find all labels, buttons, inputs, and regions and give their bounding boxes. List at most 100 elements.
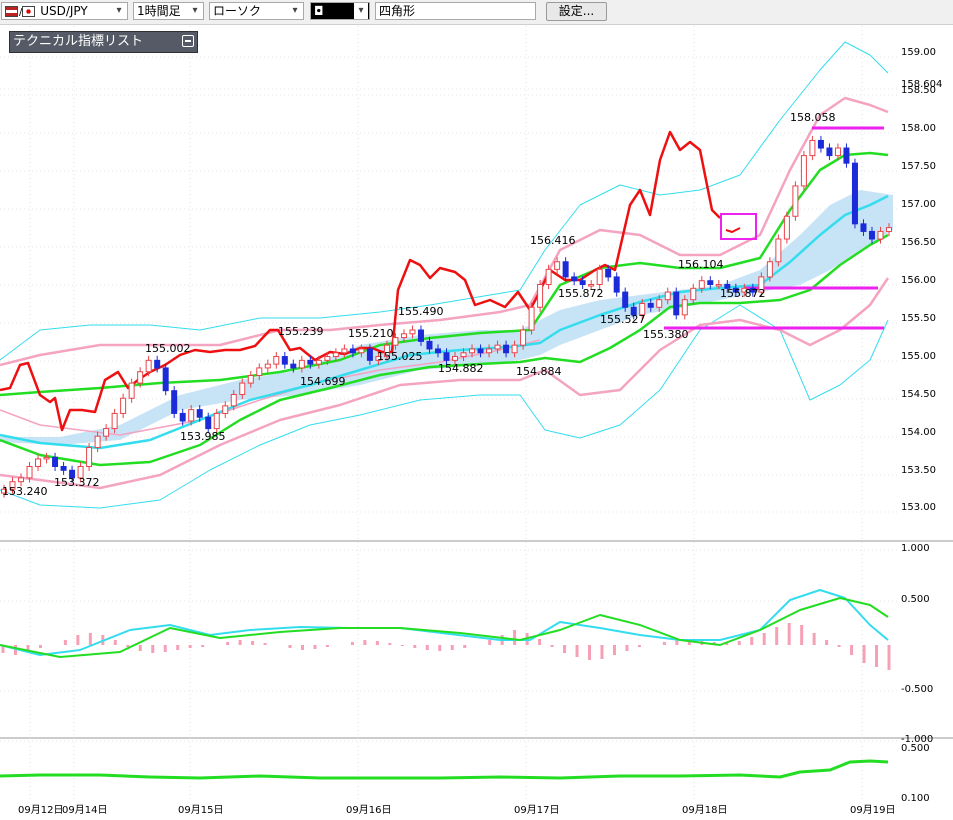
macd-histogram-bar [226, 642, 230, 645]
candle-body [162, 367, 169, 392]
price-tick-label: 156.00 [901, 275, 936, 286]
rci-tick-label: 0.100 [901, 793, 930, 804]
candle-body [154, 359, 161, 369]
minimize-icon[interactable] [182, 35, 194, 47]
candle-body [477, 348, 484, 354]
macd-histogram-bar [787, 623, 791, 645]
price-tick-label: 156.50 [901, 237, 936, 248]
price-tick-label: 154.50 [901, 389, 936, 400]
macd-histogram-bar [138, 645, 142, 651]
settings-button[interactable]: 設定... [546, 2, 607, 21]
time-tick-label: 09月18日 [682, 804, 727, 816]
macd-histogram-bar [563, 645, 567, 653]
candle-body [877, 230, 884, 240]
price-annotation: 155.872 [720, 287, 766, 300]
macd-histogram-bar [251, 641, 255, 645]
candle-body [307, 359, 314, 365]
macd-histogram-bar [875, 645, 879, 667]
candle-body [239, 382, 246, 395]
time-tick-label: 09月14日 [62, 804, 107, 816]
candle-body [298, 359, 305, 369]
candle-body [775, 238, 782, 263]
candle-body [698, 280, 705, 289]
candle-body [18, 477, 25, 483]
candle-body [571, 276, 578, 282]
candle-body [145, 359, 152, 373]
candle-body [562, 261, 569, 278]
symbol-select[interactable]: / USD/JPY ▾ [1, 2, 128, 20]
candle-body [715, 284, 722, 287]
macd-histogram-bar [812, 633, 816, 645]
price-tick-label: 157.50 [901, 161, 936, 172]
candle-body [656, 299, 663, 308]
macd-histogram-bar [887, 645, 891, 670]
macd-tick-label: 1.000 [901, 543, 930, 554]
candle-body [196, 409, 203, 418]
chart-type-select[interactable]: ローソク ▾ [209, 2, 304, 20]
candle-body [400, 333, 407, 339]
macd-histogram-bar [750, 637, 754, 645]
us-flag-icon [5, 6, 18, 17]
macd-histogram-bar [113, 640, 117, 645]
toolbar: / USD/JPY ▾ 1時間足 ▾ ローソク ▾ ◘ ▾ 四角形 設定... [0, 0, 953, 25]
candle-body [579, 280, 586, 286]
candle-body [673, 291, 680, 316]
moving-average [0, 194, 889, 450]
price-annotation: 155.527 [600, 313, 646, 326]
macd-histogram-bar [837, 645, 841, 647]
candle-body [596, 268, 603, 286]
candle-body [60, 466, 67, 471]
candle-body [349, 348, 356, 354]
chevron-down-icon: ▾ [192, 5, 198, 16]
price-tick-label: 158.50 [901, 85, 936, 96]
candle-body [520, 329, 527, 346]
candle-body [290, 363, 297, 369]
macd-histogram-bar [288, 645, 292, 648]
chevron-down-icon: ▾ [354, 3, 368, 19]
macd-histogram-bar [388, 643, 392, 645]
chart-area[interactable]: 159.00158.604158.50158.00157.50157.00156… [0, 24, 953, 820]
candle-body [622, 291, 629, 308]
timeframe-select[interactable]: 1時間足 ▾ [133, 2, 204, 20]
chevron-down-icon: ▾ [116, 5, 122, 16]
candle-body [111, 412, 118, 430]
ichimoku-cloud [0, 190, 893, 445]
candle-body [315, 359, 322, 365]
macd-histogram-bar [800, 625, 804, 645]
macd-histogram-bar [850, 645, 854, 655]
candle-body [120, 397, 127, 414]
time-tick-label: 09月15日 [178, 804, 223, 816]
time-tick-label: 09月19日 [850, 804, 895, 816]
price-tick-label: 159.00 [901, 47, 936, 58]
color-select[interactable]: ◘ ▾ [310, 2, 370, 20]
candle-body [528, 306, 535, 331]
candle-body [426, 340, 433, 350]
candle-body [766, 261, 773, 278]
macd-histogram-bar [862, 645, 866, 663]
macd-histogram-bar [775, 627, 779, 645]
price-annotation: 158.058 [790, 111, 836, 124]
macd-histogram-bar [238, 640, 242, 645]
macd-histogram-bar [600, 645, 604, 659]
price-annotation: 153.240 [2, 485, 48, 498]
macd-histogram-bar [825, 640, 829, 645]
candle-body [43, 456, 50, 460]
candle-body [409, 329, 416, 335]
macd-histogram-bar [513, 630, 517, 645]
time-tick-label: 09月12日 [18, 804, 63, 816]
candle-body [247, 375, 254, 384]
candle-body [783, 215, 790, 240]
macd-histogram-bar [363, 640, 367, 645]
candle-body [273, 356, 280, 365]
candle-body [834, 147, 841, 157]
candle-body [417, 329, 424, 342]
macd-histogram-bar [575, 645, 579, 657]
price-tick-label: 153.50 [901, 465, 936, 476]
color-label: ◘ [314, 4, 324, 18]
indicator-list-panel[interactable]: テクニカル指標リスト [9, 31, 198, 53]
drawing-tool-field[interactable]: 四角形 [375, 2, 536, 20]
macd-histogram-bar [463, 645, 467, 648]
macd-histogram-bar [313, 645, 317, 649]
candle-body [511, 344, 518, 354]
candle-body [792, 185, 799, 217]
